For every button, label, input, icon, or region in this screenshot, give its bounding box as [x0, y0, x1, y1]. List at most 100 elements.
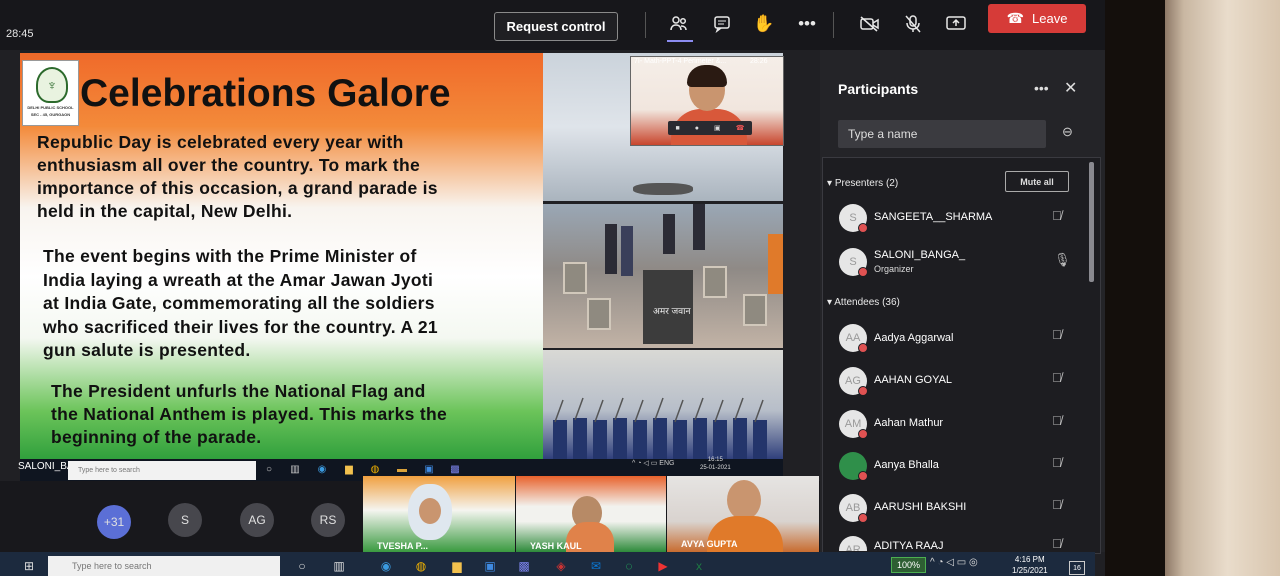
- video-name-label: YASH KAUL: [530, 541, 582, 551]
- excel-icon[interactable]: x: [690, 557, 708, 575]
- tray-language: ENG: [659, 460, 675, 467]
- leave-button[interactable]: ☎ Leave: [988, 4, 1086, 33]
- text-line: The President unfurls the National Flag …: [51, 381, 426, 401]
- share-screen-icon[interactable]: [944, 12, 968, 36]
- taskbar-clock[interactable]: 4:16 PM 1/25/2021: [1012, 554, 1048, 576]
- notification-count[interactable]: 16: [1069, 561, 1085, 575]
- close-icon[interactable]: ✕: [1064, 78, 1077, 98]
- video-name-label: TVESHA P...: [377, 541, 429, 551]
- participant-row[interactable]: AA Aadya Aggarwal 🎙̸: [832, 322, 1082, 356]
- person-figure: [621, 226, 633, 276]
- shared-clock: 16:15 25-01-2021: [700, 456, 731, 472]
- text-line: India laying a wreath at the Amar Jawan …: [43, 269, 434, 290]
- presenters-section-header[interactable]: ▾ Presenters (2): [827, 178, 898, 189]
- status-dot: [858, 429, 868, 439]
- participant-row[interactable]: AG AAHAN GOYAL 🎙̸: [832, 365, 1082, 399]
- folder-icon[interactable]: ▆: [448, 557, 466, 575]
- tray-icons: ^ ◔ ◁ ▭: [632, 460, 660, 467]
- memorial-urn: [587, 298, 611, 330]
- overflow-participants-button[interactable]: +31: [97, 505, 131, 539]
- camera-off-icon[interactable]: [858, 12, 882, 36]
- slide-photo-parade: [543, 350, 783, 460]
- mic-off-icon[interactable]: [901, 12, 925, 36]
- participant-row[interactable]: AB AARUSHI BAKSHI 🎙̸: [832, 492, 1082, 526]
- request-control-button[interactable]: Request control: [494, 12, 618, 41]
- attendees-section-header[interactable]: ▾ Attendees (36): [827, 297, 900, 308]
- participant-name: SALONI_BANGA_: [874, 249, 966, 261]
- participant-row[interactable]: AM Aahan Mathur 🎙̸: [832, 408, 1082, 442]
- store-icon[interactable]: ▣: [481, 557, 499, 575]
- status-dot: [858, 267, 868, 277]
- presenter-video-time: 28:26: [750, 58, 768, 65]
- mic-off-icon: 🎙̸: [1052, 370, 1062, 385]
- participant-row[interactable]: S SALONI_BANGA_ Organizer 🎙: [832, 244, 1082, 280]
- media-icon[interactable]: ▶: [654, 557, 672, 575]
- task-view-icon[interactable]: ▥: [330, 557, 348, 575]
- participant-row[interactable]: Aanya Bhalla 🎙̸: [832, 450, 1082, 484]
- system-tray-icons[interactable]: ^ ◔ ◁ ▭ ◎: [930, 557, 978, 568]
- participant-row[interactable]: AR ADITYA RAAJ 🎙̸: [832, 534, 1082, 551]
- taskbar-search-input[interactable]: Type here to search: [48, 556, 280, 576]
- meeting-timer: 28:45: [6, 28, 34, 40]
- status-dot: [858, 343, 868, 353]
- chrome-icon[interactable]: ◍: [412, 557, 430, 575]
- avatar: AR: [839, 536, 867, 551]
- more-options-icon[interactable]: •••: [1034, 80, 1049, 96]
- chat-icon[interactable]: [710, 12, 734, 36]
- more-icon[interactable]: •••: [795, 12, 819, 36]
- participant-circle[interactable]: RS: [311, 503, 345, 537]
- store-icon: ▣: [424, 463, 434, 475]
- participant-name: Aahan Mathur: [874, 417, 944, 429]
- active-tab-indicator: [667, 40, 693, 42]
- mic-icon[interactable]: ●: [695, 125, 699, 132]
- logo-text: DELHI PUBLIC SCHOOL: [27, 105, 74, 110]
- whatsapp-icon[interactable]: ◌: [620, 557, 638, 575]
- participant-search-input[interactable]: Type a name: [838, 120, 1046, 148]
- app-icon[interactable]: ◈: [552, 557, 570, 575]
- hangup-icon[interactable]: ☎: [736, 124, 745, 132]
- participant-role: Organizer: [874, 264, 914, 274]
- presenter-video-title: 7I- Math-PPT-4 Perimeter &...: [634, 58, 727, 65]
- participant-row[interactable]: S SANGEETA__SHARMA 🎙̸: [832, 200, 1082, 236]
- cortana-icon[interactable]: ○: [293, 557, 311, 575]
- participant-video[interactable]: YASH KAUL: [516, 476, 666, 552]
- shared-time: 16:15: [707, 457, 723, 463]
- mail-icon[interactable]: ✉: [587, 557, 605, 575]
- participant-video[interactable]: AVYA GUPTA: [667, 476, 819, 552]
- toolbar-divider: [833, 12, 834, 38]
- slide-photo-memorial: अमर जवान: [543, 204, 783, 348]
- participant-circle[interactable]: AG: [240, 503, 274, 537]
- mic-icon: 🎙: [1054, 252, 1071, 267]
- folder-icon: ▆: [345, 463, 353, 475]
- mic-off-icon: 🎙̸: [1052, 208, 1062, 223]
- shared-search-box: Type here to search: [68, 461, 256, 480]
- slide-title: Celebrations Galore: [80, 72, 451, 115]
- mute-all-button[interactable]: Mute all: [1005, 171, 1069, 192]
- share-icon[interactable]: ▣: [714, 124, 721, 132]
- share-invite-icon[interactable]: ⊖: [1062, 124, 1073, 140]
- edge-icon[interactable]: ◉: [377, 557, 395, 575]
- memorial-text: अमर जवान: [653, 306, 691, 316]
- participant-name: ADITYA RAAJ: [874, 540, 944, 551]
- text-line: held in the capital, New Delhi.: [37, 201, 293, 221]
- raise-hand-icon[interactable]: ✋: [752, 12, 776, 36]
- slide-paragraph-1: Republic Day is celebrated every year wi…: [37, 131, 438, 223]
- text-line: enthusiasm all over the country. To mark…: [37, 155, 421, 175]
- participant-circle[interactable]: S: [168, 503, 202, 537]
- presenter-video-controls: ■ ● ▣ ☎: [668, 121, 752, 135]
- scrollbar[interactable]: [1089, 162, 1094, 282]
- start-icon[interactable]: ⊞: [20, 557, 38, 575]
- files-icon: ▬: [397, 463, 407, 475]
- start-circle-icon: ○: [265, 463, 273, 475]
- clock-time: 4:16 PM: [1014, 555, 1045, 564]
- shared-date: 25-01-2021: [700, 465, 731, 471]
- task-view-icon: ▥: [290, 463, 300, 475]
- battery-indicator[interactable]: 100%: [891, 557, 926, 573]
- people-icon[interactable]: [667, 12, 691, 36]
- status-dot: [858, 223, 868, 233]
- camera-icon[interactable]: ■: [676, 125, 680, 132]
- mic-off-icon: 🎙̸: [1052, 327, 1062, 342]
- teams-icon[interactable]: ▩: [515, 557, 533, 575]
- participant-video[interactable]: TVESHA P...: [363, 476, 515, 552]
- mic-off-icon: 🎙̸: [1052, 413, 1062, 428]
